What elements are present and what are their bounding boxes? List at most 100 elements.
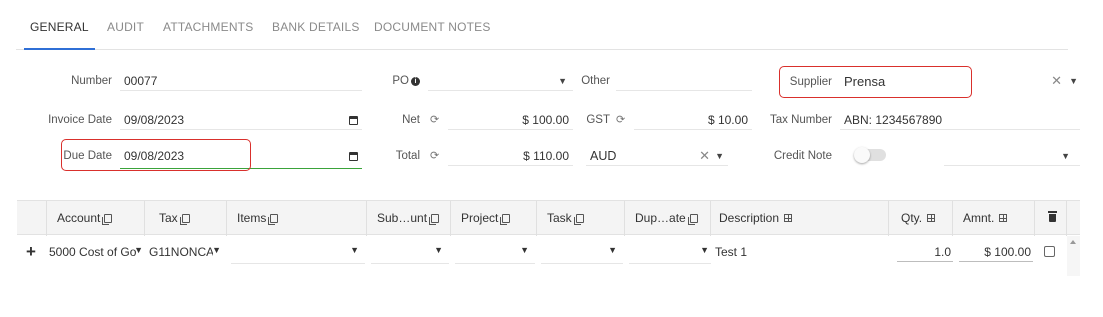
chevron-down-icon[interactable]: ▼	[1061, 151, 1070, 161]
grid-icon[interactable]	[927, 214, 936, 222]
duplicate-select[interactable]: ▼	[629, 236, 711, 264]
header-spacer	[17, 201, 47, 236]
trash-icon[interactable]	[1048, 211, 1057, 222]
amount-input[interactable]: $ 100.00	[959, 240, 1033, 262]
chevron-down-icon[interactable]: ▼	[715, 151, 724, 161]
sync-icon[interactable]: ⟳	[616, 113, 625, 126]
copy-icon[interactable]	[179, 214, 190, 225]
tab-document-notes[interactable]: DOCUMENT NOTES	[374, 20, 491, 34]
tab-general[interactable]: GENERAL	[24, 20, 95, 50]
invoice-date-label: Invoice Date	[48, 114, 112, 126]
header-description[interactable]: Description	[711, 201, 889, 236]
qty-cell[interactable]: 1.0	[889, 236, 953, 268]
header-delete[interactable]	[1035, 201, 1067, 236]
copy-icon[interactable]	[500, 214, 511, 225]
copy-icon[interactable]	[102, 214, 113, 225]
total-label: Total	[395, 150, 420, 162]
header-qty[interactable]: Qty.	[889, 201, 953, 236]
gst-value: $ 10.00	[707, 113, 748, 127]
due-date-highlight	[61, 139, 251, 171]
po-select[interactable]: ▼	[428, 71, 573, 91]
tab-bank-details[interactable]: BANK DETAILS	[272, 20, 360, 34]
header-amount[interactable]: Amnt.	[953, 201, 1035, 236]
clear-icon[interactable]: ✕	[699, 148, 710, 164]
copy-icon[interactable]	[268, 214, 279, 225]
description-cell[interactable]: Test 1	[711, 236, 889, 268]
po-label: PO i	[380, 75, 420, 87]
calendar-icon[interactable]	[349, 152, 358, 161]
gst-label: GST	[586, 114, 610, 126]
other-field[interactable]	[616, 71, 752, 91]
other-label: Other	[581, 75, 610, 87]
header-subaccount[interactable]: Sub…unt	[367, 201, 451, 236]
net-value: $ 100.00	[522, 113, 569, 127]
net-label: Net	[402, 114, 420, 126]
tax-number-value: ABN: 1234567890	[844, 113, 943, 127]
account-value: 5000 Cost of Go	[49, 245, 137, 259]
gst-field[interactable]: $ 10.00	[634, 110, 752, 130]
tax-value: G11NONCA	[149, 245, 213, 259]
sync-icon[interactable]: ⟳	[430, 113, 439, 126]
header-account[interactable]: Account	[47, 201, 145, 236]
chevron-down-icon[interactable]: ▼	[558, 76, 567, 86]
header-items[interactable]: Items	[227, 201, 367, 236]
copy-icon[interactable]	[429, 214, 440, 225]
task-select[interactable]: ▼	[541, 236, 623, 264]
tax-cell[interactable]: G11NONCA ▼	[145, 236, 227, 268]
clear-icon[interactable]: ✕	[1051, 73, 1062, 89]
grid-icon[interactable]	[784, 214, 793, 222]
header-project[interactable]: Project	[451, 201, 537, 236]
credit-note-select[interactable]: ▼	[944, 146, 1080, 166]
total-field[interactable]: $ 110.00	[448, 146, 573, 166]
chevron-down-icon[interactable]: ▼	[350, 245, 359, 255]
copy-icon[interactable]	[573, 214, 584, 225]
credit-note-label: Credit Note	[773, 150, 832, 162]
sync-icon[interactable]: ⟳	[430, 149, 439, 162]
total-value: $ 110.00	[523, 149, 569, 163]
calendar-icon[interactable]	[349, 116, 358, 125]
number-label: Number	[71, 75, 112, 87]
invoice-date-field[interactable]: 09/08/2023	[120, 110, 362, 130]
header-task[interactable]: Task	[537, 201, 625, 236]
header-tax[interactable]: Tax	[145, 201, 227, 236]
chevron-down-icon[interactable]: ▼	[434, 245, 443, 255]
chevron-down-icon[interactable]: ▼	[1069, 76, 1078, 86]
number-field[interactable]: 00077	[120, 71, 362, 91]
credit-note-toggle[interactable]	[854, 147, 886, 163]
add-row-icon[interactable]: +	[26, 242, 36, 262]
currency-select[interactable]: AUD ✕ ▼	[586, 146, 728, 166]
select-cell	[1035, 236, 1067, 268]
tab-audit[interactable]: AUDIT	[107, 20, 144, 34]
account-cell[interactable]: 5000 Cost of Go ▼	[47, 236, 145, 268]
tab-bar: GENERAL AUDIT ATTACHMENTS BANK DETAILS D…	[16, 14, 1068, 50]
currency-value: AUD	[590, 149, 617, 163]
grid-icon[interactable]	[999, 214, 1008, 222]
qty-input[interactable]: 1.0	[897, 240, 953, 262]
row-checkbox[interactable]	[1044, 246, 1055, 257]
chevron-down-icon[interactable]: ▼	[212, 245, 221, 255]
copy-icon[interactable]	[687, 214, 698, 225]
description-value: Test 1	[715, 245, 748, 259]
project-select[interactable]: ▼	[455, 236, 535, 264]
info-icon[interactable]: i	[411, 77, 420, 86]
grid-header: Account Tax Items Sub…unt Project Task D…	[17, 200, 1080, 236]
tax-number-field[interactable]: ABN: 1234567890	[840, 110, 1080, 130]
header-duplicate[interactable]: Dup…ate	[625, 201, 711, 236]
chevron-down-icon[interactable]: ▼	[700, 245, 709, 255]
tab-attachments[interactable]: ATTACHMENTS	[163, 20, 253, 34]
chevron-down-icon[interactable]: ▼	[134, 245, 143, 255]
number-value: 00077	[124, 74, 158, 88]
chevron-down-icon[interactable]: ▼	[520, 245, 529, 255]
chevron-down-icon[interactable]: ▼	[608, 245, 617, 255]
amount-cell[interactable]: $ 100.00	[953, 236, 1035, 268]
qty-value: 1.0	[934, 245, 951, 259]
grid-scrollbar[interactable]	[1067, 236, 1080, 276]
supplier-highlight	[779, 66, 972, 98]
amount-value: $ 100.00	[984, 245, 1031, 259]
table-row: + 5000 Cost of Go ▼ G11NONCA ▼ ▼ ▼ ▼ ▼ ▼	[17, 236, 1080, 268]
subaccount-select[interactable]: ▼	[371, 236, 449, 264]
net-field[interactable]: $ 100.00	[448, 110, 573, 130]
tax-number-label: Tax Number	[770, 114, 832, 126]
items-select[interactable]: ▼	[231, 236, 365, 264]
invoice-date-value: 09/08/2023	[124, 113, 185, 127]
